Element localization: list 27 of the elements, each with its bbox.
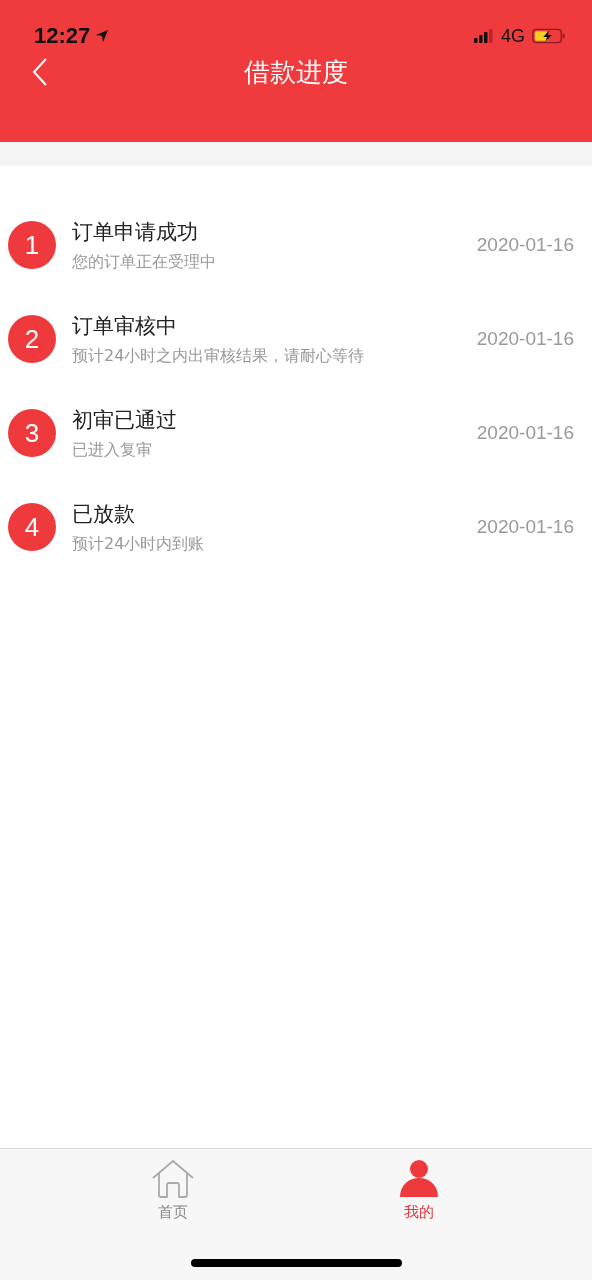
step-date: 2020-01-16 [476,328,574,350]
signal-icon [474,29,494,43]
tab-item[interactable]: 我的 [379,1159,459,1222]
person-icon [397,1159,441,1199]
step-date: 2020-01-16 [476,516,574,538]
step-description: 预计24小时之内出审核结果，请耐心等待 [72,345,366,367]
step-description: 已进入复审 [72,439,153,461]
house-icon [151,1159,195,1199]
page-title: 借款进度 [244,55,348,89]
step-title: 订单申请成功 [72,218,199,246]
status-time: 12:27 [34,23,91,49]
location-arrow-icon [95,29,110,43]
step-number: 3 [8,409,56,457]
tab-item[interactable]: 首页 [133,1159,213,1222]
step-number: 4 [8,503,56,551]
step-description: 您的订单正在受理中 [72,251,217,273]
step-description: 预计24小时内到账 [72,533,206,555]
step-title: 订单审核中 [72,312,178,340]
battery-charging-icon [532,28,566,44]
network-label: 4G [501,25,525,47]
back-icon[interactable] [32,58,48,86]
step-date: 2020-01-16 [476,234,574,256]
step-title: 初审已通过 [72,406,178,434]
step-number: 1 [8,221,56,269]
step-date: 2020-01-16 [476,422,574,444]
step-number: 2 [8,315,56,363]
step-title: 已放款 [72,500,136,528]
